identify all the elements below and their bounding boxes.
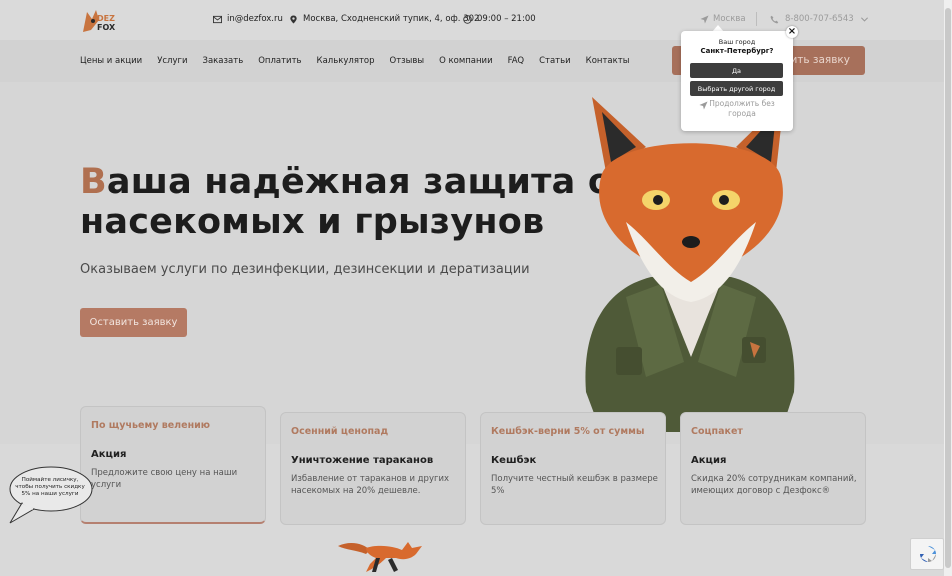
logo-text-fox: FOX	[97, 23, 116, 32]
recaptcha-icon	[920, 546, 936, 562]
nav-item-pay[interactable]: Оплатить	[258, 56, 301, 66]
address-info: Москва, Сходненский тупик, 4, оф. 302	[289, 14, 479, 24]
promo-card[interactable]: Соцпакет Акция Скидка 20% сотрудникам ко…	[680, 412, 866, 525]
promo-card-text: Скидка 20% сотрудникам компаний, имеющих…	[691, 474, 857, 496]
promo-card-tag: Соцпакет	[691, 426, 743, 437]
promo-card-text: Предложите свою цену на наши услуги	[91, 468, 238, 490]
header-divider	[756, 12, 757, 26]
nav-item-order[interactable]: Заказать	[203, 56, 244, 66]
promo-card-title: Акция	[691, 455, 727, 466]
running-fox-illustration[interactable]	[336, 534, 426, 576]
phone-icon	[770, 15, 779, 23]
hero-title: Ваша надёжная защита от насекомых и грыз…	[80, 162, 633, 242]
nav-item-services[interactable]: Услуги	[157, 56, 187, 66]
hero-title-line2: насекомых и грызунов	[80, 202, 545, 242]
city-selector[interactable]: Москва	[700, 14, 746, 24]
nav-item-articles[interactable]: Статьи	[539, 56, 571, 66]
promo-card-text: Избавление от тараканов и других насеком…	[291, 474, 449, 496]
navigation-arrow-icon	[700, 14, 709, 24]
scrollbar-thumb[interactable]	[945, 8, 951, 568]
hero-title-first-letter: В	[80, 162, 107, 202]
promo-card[interactable]: Осенний ценопад Уничтожение тараканов Из…	[280, 412, 466, 525]
hero-request-button[interactable]: Оставить заявку	[80, 308, 187, 337]
promo-card-title: Акция	[91, 449, 127, 460]
continue-without-city-link[interactable]: Продолжить без города	[699, 99, 785, 119]
email-link[interactable]: in@dezfox.ru	[213, 14, 283, 24]
dezfox-logo[interactable]: DEZ FOX	[80, 6, 116, 34]
speech-bubble-text: Поймайте лисичку, чтобы получить скидку …	[15, 477, 85, 497]
logo-text-dez: DEZ	[97, 14, 115, 23]
promo-card-text: Получите честный кешбэк в размере 5%	[491, 474, 658, 496]
location-pin-icon	[290, 14, 297, 24]
main-nav: Цены и акции Услуги Заказать Оплатить Ка…	[80, 56, 629, 66]
recaptcha-badge[interactable]	[910, 538, 944, 570]
hours-text: 09:00 – 21:00	[477, 14, 536, 24]
promo-card-title: Кешбэк	[491, 455, 537, 466]
confirm-city-button[interactable]: Да	[690, 63, 783, 78]
popup-question: Ваш город	[718, 38, 756, 46]
email-text: in@dezfox.ru	[227, 14, 283, 24]
nav-item-prices[interactable]: Цены и акции	[80, 56, 142, 66]
choose-other-city-button[interactable]: Выбрать другой город	[690, 81, 783, 96]
promo-card[interactable]: Кешбэк-верни 5% от суммы Кешбэк Получите…	[480, 412, 666, 525]
promo-card[interactable]: По щучьему велению Акция Предложите свою…	[80, 406, 266, 524]
phone-link[interactable]: 8-800-707-6543	[770, 14, 869, 24]
nav-item-calculator[interactable]: Калькулятор	[317, 56, 375, 66]
hero-subtitle: Оказываем услуги по дезинфекции, дезинсе…	[80, 262, 530, 277]
phone-text: 8-800-707-6543	[785, 14, 854, 24]
promo-card-title: Уничтожение тараканов	[291, 455, 434, 466]
fox-mascot-illustration	[585, 97, 795, 432]
nav-item-contacts[interactable]: Контакты	[586, 56, 630, 66]
promo-card-tag: Кешбэк-верни 5% от суммы	[491, 426, 645, 437]
chevron-down-icon	[860, 16, 868, 22]
hero-title-line1: аша надёжная защита от	[106, 162, 633, 202]
nav-item-reviews[interactable]: Отзывы	[390, 56, 425, 66]
nav-item-faq[interactable]: FAQ	[508, 56, 524, 66]
close-icon[interactable]: ×	[786, 26, 798, 38]
promo-card-tag: Осенний ценопад	[291, 426, 389, 437]
city-text: Москва	[713, 14, 746, 24]
nav-item-about[interactable]: О компании	[439, 56, 493, 66]
popup-city-name: Санкт-Петербург?	[700, 47, 774, 55]
hours-info: 09:00 – 21:00	[463, 14, 536, 24]
address-text: Москва, Сходненский тупик, 4, оф. 302	[303, 14, 480, 24]
promo-card-tag: По щучьему велению	[91, 420, 211, 431]
city-confirm-popup: Ваш город Санкт-Петербург? Да Выбрать др…	[681, 31, 793, 131]
mail-icon	[213, 15, 222, 23]
clock-icon	[463, 14, 472, 24]
